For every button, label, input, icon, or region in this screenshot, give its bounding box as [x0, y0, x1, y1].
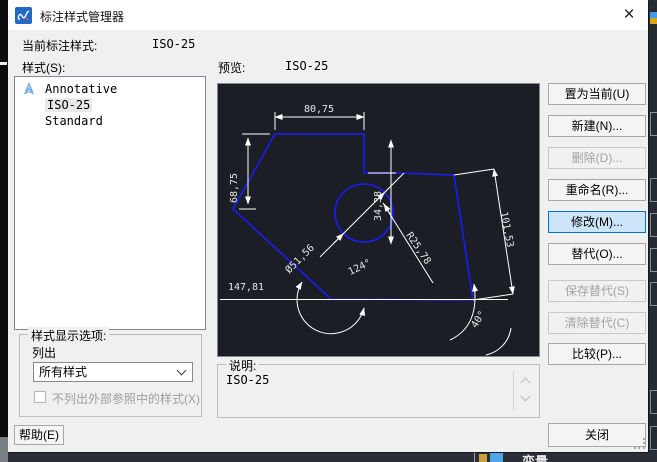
annotative-icon: [22, 82, 36, 96]
app-edge-widget: [650, 426, 657, 450]
styles-label: 样式(S):: [22, 59, 65, 76]
close-icon[interactable]: ×: [612, 2, 646, 28]
bottom-bar-separator: [474, 452, 475, 462]
style-list-item-iso25[interactable]: ISO-25: [15, 97, 205, 113]
style-list[interactable]: Annotative ISO-25 Standard: [14, 76, 206, 330]
description-group: 说明: ISO-25: [217, 364, 540, 418]
app-edge-widget: [650, 178, 657, 202]
list-label: 列出: [32, 344, 56, 361]
dim-label-left: 68,75: [229, 173, 240, 203]
new-button[interactable]: 新建(N)...: [548, 115, 646, 137]
help-button[interactable]: 帮助(E): [14, 425, 64, 445]
description-label: 说明:: [226, 357, 259, 374]
app-left-corner: [0, 437, 8, 462]
app-left-marker: [0, 62, 7, 65]
rename-button[interactable]: 重命名(R)...: [548, 179, 646, 201]
preview-style-value: ISO-25: [285, 59, 328, 73]
style-item-label: Standard: [45, 114, 103, 128]
resize-grip[interactable]: [634, 438, 646, 450]
preview-panel: 80,75 68,75 34,38 101,53 Ø51,56 R25,78 1…: [217, 83, 540, 357]
scroll-up-icon[interactable]: [521, 378, 531, 388]
style-filter-value: 所有样式: [39, 365, 87, 379]
screen: 变量 标注样式管理器 × 当前标注样式: ISO-25 样式(S): 预览: I…: [0, 0, 657, 462]
app-edge-widget: [650, 112, 657, 136]
panel-icon: [490, 453, 503, 462]
chevron-down-icon: [177, 366, 187, 376]
dim-label-mid: 34,38: [373, 191, 384, 221]
style-item-label: ISO-25: [45, 98, 92, 112]
delete-button: 删除(D)...: [548, 147, 646, 169]
ruler-icon-bottom: [650, 18, 657, 24]
xref-checkbox[interactable]: [34, 391, 46, 403]
app-edge-widget: [650, 390, 657, 414]
set-current-button[interactable]: 置为当前(U): [548, 83, 646, 105]
description-scrollbar[interactable]: [513, 371, 535, 411]
app-edge-widget: [650, 282, 657, 306]
style-list-item-annotative[interactable]: Annotative: [15, 81, 205, 97]
app-edge-widget: [650, 248, 657, 272]
preview-drawing: 80,75 68,75 34,38 101,53 Ø51,56 R25,78 1…: [218, 84, 539, 356]
dim-label-bottom: 147,81: [228, 282, 264, 293]
style-display-options-label: 样式显示选项:: [28, 327, 109, 344]
app-bottom-bar: [8, 452, 657, 462]
dim-label-right: 101,53: [498, 211, 516, 249]
title-bar[interactable]: 标注样式管理器 ×: [8, 0, 648, 30]
style-filter-dropdown[interactable]: 所有样式: [33, 362, 193, 382]
close-button[interactable]: 关闭: [548, 423, 646, 447]
layer-icon: [479, 454, 487, 462]
window-title: 标注样式管理器: [40, 8, 124, 25]
compare-button[interactable]: 比较(P)...: [548, 343, 646, 365]
style-item-label: Annotative: [45, 82, 117, 96]
xref-checkbox-label: 不列出外部参照中的样式(X): [52, 390, 200, 407]
dim-label-radius: R25,78: [403, 231, 432, 267]
bottom-bar-label: 变量: [522, 451, 548, 462]
override-button[interactable]: 替代(O)...: [548, 243, 646, 265]
dim-label-angle: 124°: [347, 258, 373, 278]
save-override-button: 保存替代(S): [548, 280, 646, 302]
dimension-style-icon: [15, 7, 32, 24]
dim-label-top: 80,75: [304, 104, 334, 115]
modify-button[interactable]: 修改(M)...: [548, 211, 646, 233]
clear-override-button: 清除替代(C): [548, 312, 646, 334]
current-style-value: ISO-25: [152, 37, 195, 51]
app-right-edge: [648, 0, 657, 462]
current-style-label: 当前标注样式:: [22, 37, 97, 54]
dim-label-angle2: 40°: [469, 309, 488, 330]
app-left-edge: [0, 0, 8, 462]
style-list-item-standard[interactable]: Standard: [15, 113, 205, 129]
app-edge-widget: [650, 213, 657, 237]
preview-label: 预览:: [218, 59, 245, 76]
dimension-style-manager-dialog: 标注样式管理器 × 当前标注样式: ISO-25 样式(S): 预览: ISO-…: [8, 0, 648, 452]
scroll-down-icon[interactable]: [521, 392, 531, 402]
description-text: ISO-25: [226, 373, 269, 387]
